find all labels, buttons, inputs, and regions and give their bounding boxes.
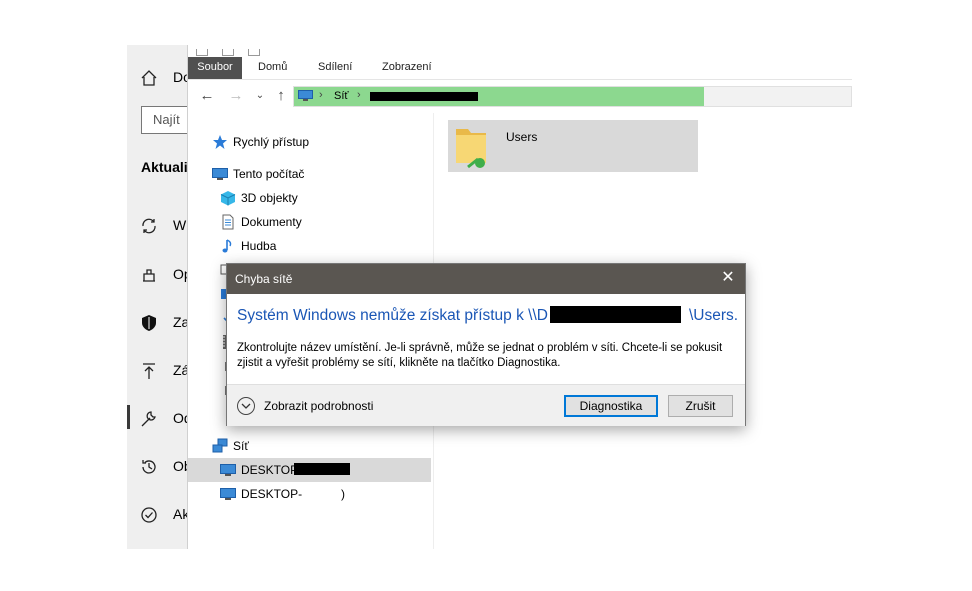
nav-item-3d-objects[interactable]: 3D objekty: [188, 186, 431, 210]
shield-icon: [142, 315, 156, 331]
cancel-button[interactable]: Zrušit: [668, 395, 733, 417]
nav-item-documents[interactable]: Dokumenty: [188, 210, 431, 234]
breadcrumb-chevron-icon: ›: [357, 89, 361, 101]
chevron-down-icon: [237, 397, 255, 415]
settings-item-delivery[interactable]: Op: [127, 262, 189, 286]
dialog-main-prefix: Systém Windows nemůže získat přístup k \…: [237, 307, 548, 324]
nav-item-music[interactable]: Hudba: [188, 234, 431, 258]
back-arrow-icon[interactable]: ←: [198, 87, 216, 105]
check-circle-icon: [141, 507, 157, 523]
dialog-body-text: Zkontrolujte název umístění. Je-li správ…: [237, 342, 723, 369]
dialog-main-suffix: \Users.: [688, 307, 739, 324]
dialog-title-bar: Chyba sítě ✕: [227, 264, 745, 294]
close-icon[interactable]: ✕: [719, 269, 737, 287]
redaction-bar: [370, 92, 478, 101]
cube-icon: [220, 191, 236, 206]
nav-item-quick-access[interactable]: Rychlý přístup: [188, 130, 431, 154]
settings-home[interactable]: Do: [127, 65, 189, 89]
nav-item-this-pc[interactable]: Tento počítač: [188, 162, 431, 186]
network-icon: [212, 438, 228, 453]
tab-home[interactable]: Domů: [258, 57, 287, 79]
sync-icon: [142, 218, 156, 234]
folder-users[interactable]: Users: [448, 120, 698, 172]
settings-item-windows-update[interactable]: W: [127, 213, 189, 237]
dialog-main-instruction: Systém Windows nemůže získat přístup k \…: [237, 306, 738, 325]
nav-item-desktop-2[interactable]: DESKTOP- ): [188, 482, 431, 506]
settings-section-heading: Aktualiz: [141, 159, 189, 175]
nav-item-network[interactable]: Síť: [188, 434, 431, 458]
redaction-bar: [549, 306, 681, 323]
star-icon: [213, 135, 227, 149]
settings-item-security[interactable]: Za: [127, 310, 189, 334]
computer-icon: [220, 488, 236, 500]
settings-item-recovery[interactable]: Ob: [127, 454, 189, 478]
document-icon: [222, 214, 234, 230]
diagnose-button[interactable]: Diagnostika: [564, 395, 658, 417]
address-highlight: [294, 87, 704, 106]
dialog-footer: Zobrazit podrobnosti Diagnostika Zrušit: [227, 384, 745, 426]
quick-access-toolbar: [196, 45, 274, 56]
upload-icon: [143, 363, 155, 379]
navigation-bar: ← → ⌄ ↑ › Síť ›: [188, 81, 852, 111]
settings-item-backup[interactable]: Zá: [127, 358, 189, 382]
recent-locations-chevron-icon[interactable]: ⌄: [251, 87, 269, 105]
nav-item-desktop-1[interactable]: DESKTOP-: [188, 458, 431, 482]
wrench-icon: [141, 411, 156, 427]
up-arrow-icon[interactable]: ↑: [272, 87, 290, 105]
history-icon: [142, 460, 156, 474]
show-details-label: Zobrazit podrobnosti: [264, 399, 374, 413]
computer-icon: [298, 90, 313, 101]
settings-item-activation[interactable]: Ak: [127, 502, 189, 526]
computer-icon: [212, 168, 228, 180]
dialog-title: Chyba sítě: [235, 272, 293, 286]
address-bar[interactable]: › Síť ›: [293, 86, 852, 107]
folder-users-label: Users: [506, 130, 538, 144]
breadcrumb-chevron-icon: ›: [319, 89, 323, 101]
network-error-dialog: Chyba sítě ✕ Systém Windows nemůže získa…: [226, 263, 746, 426]
tab-file[interactable]: Soubor: [188, 57, 242, 79]
music-note-icon: [222, 239, 232, 253]
tab-view[interactable]: Zobrazení: [382, 57, 432, 79]
tab-share[interactable]: Sdílení: [318, 57, 352, 79]
forward-arrow-icon[interactable]: →: [227, 87, 245, 105]
ribbon-tabs: Soubor Domů Sdílení Zobrazení: [188, 57, 852, 80]
redaction-bar: [294, 463, 350, 475]
settings-search-input[interactable]: Najít: [141, 106, 189, 134]
settings-window: Do Najít Aktualiz W Op Za Zá Od Ob Ak: [127, 45, 189, 549]
breadcrumb-network[interactable]: Síť: [334, 90, 349, 102]
shared-folder-icon: [456, 129, 486, 169]
delivery-icon: [143, 269, 155, 282]
settings-item-troubleshoot[interactable]: Od: [127, 406, 189, 430]
computer-icon: [220, 464, 236, 476]
home-icon: [141, 70, 157, 86]
